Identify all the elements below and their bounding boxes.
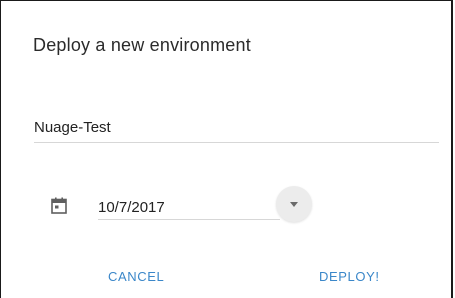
dialog-title: Deploy a new environment [33,35,251,55]
date-value: 10/7/2017 [98,199,165,216]
arrow-drop-down-icon [290,202,298,207]
calendar-icon [51,197,67,214]
deploy-button[interactable]: DEPLOY! [319,269,380,284]
environment-name-input[interactable]: Nuage-Test [34,117,439,143]
environment-name-value: Nuage-Test [34,119,111,136]
deploy-dialog: Deploy a new environment Nuage-Test 10/7… [0,0,453,298]
date-dropdown-button[interactable] [276,186,312,222]
date-input[interactable]: 10/7/2017 [98,197,280,220]
cancel-button[interactable]: CANCEL [108,269,164,284]
